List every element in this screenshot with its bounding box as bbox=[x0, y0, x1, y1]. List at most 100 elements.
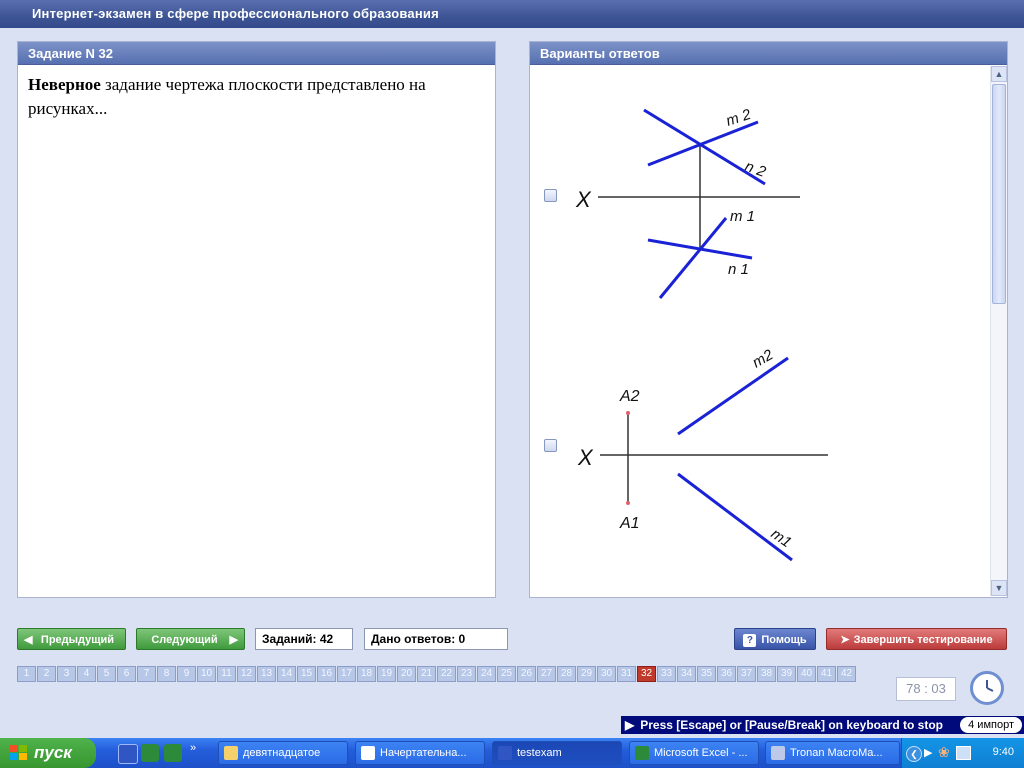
answer-option-1-drawing: X m 2 n 2 m 1 n 1 bbox=[575, 106, 800, 299]
x-axis-label: X bbox=[577, 445, 594, 470]
taskbar-task-label: Начертательна... bbox=[380, 747, 467, 759]
question-number-button[interactable]: 13 bbox=[257, 666, 276, 682]
question-number-button[interactable]: 39 bbox=[777, 666, 796, 682]
tray-media-icon[interactable]: ▶ bbox=[924, 746, 932, 759]
question-number-button[interactable]: 6 bbox=[117, 666, 136, 682]
finish-button[interactable]: ➤ Завершить тестирование bbox=[826, 628, 1007, 650]
scroll-up-button[interactable]: ▲ bbox=[991, 66, 1007, 82]
question-number-button[interactable]: 18 bbox=[357, 666, 376, 682]
taskbar-task[interactable]: Microsoft Excel - ... bbox=[629, 741, 759, 765]
prev-button-label: Предыдущий bbox=[40, 634, 115, 646]
question-number-button[interactable]: 4 bbox=[77, 666, 96, 682]
question-number-button[interactable]: 30 bbox=[597, 666, 616, 682]
question-number-button[interactable]: 5 bbox=[97, 666, 116, 682]
question-bold-word: Неверное bbox=[28, 75, 101, 94]
runner-icon: ➤ bbox=[840, 634, 850, 646]
tasks-count: Заданий: 42 bbox=[255, 628, 353, 650]
next-button[interactable]: Следующий ▶ bbox=[136, 628, 245, 650]
next-arrow-icon: ▶ bbox=[229, 634, 238, 646]
quicklaunch-app-icon[interactable] bbox=[118, 744, 138, 764]
task-panel: Задание N 32 Неверное задание чертежа пл… bbox=[17, 41, 496, 598]
question-number-button[interactable]: 33 bbox=[657, 666, 676, 682]
label-m1: m 1 bbox=[730, 208, 755, 225]
question-number-button[interactable]: 10 bbox=[197, 666, 216, 682]
answers-panel: Варианты ответов X m 2 n 2 m 1 n 1 X A2 … bbox=[529, 41, 1008, 598]
question-number-button[interactable]: 20 bbox=[397, 666, 416, 682]
help-button[interactable]: ? Помощь bbox=[734, 628, 816, 650]
taskbar-task-label: девятнадцатое bbox=[243, 747, 321, 759]
import-badge[interactable]: 4 импорт bbox=[960, 717, 1022, 733]
question-number-button[interactable]: 8 bbox=[157, 666, 176, 682]
tray-network-icon[interactable] bbox=[956, 746, 971, 760]
question-number-button[interactable]: 2 bbox=[37, 666, 56, 682]
app-icon bbox=[498, 746, 512, 760]
tray-expand-icon[interactable]: ❮ bbox=[906, 746, 922, 762]
question-number-button[interactable]: 17 bbox=[337, 666, 356, 682]
question-number-button[interactable]: 12 bbox=[237, 666, 256, 682]
question-number-button[interactable]: 9 bbox=[177, 666, 196, 682]
answers-given: Дано ответов: 0 bbox=[364, 628, 508, 650]
label-a1: A1 bbox=[619, 515, 640, 532]
taskbar-task[interactable]: Tronan MacroMa... bbox=[765, 741, 900, 765]
finish-button-label: Завершить тестирование bbox=[853, 634, 993, 646]
macro-icon bbox=[771, 746, 785, 760]
tray-gear-icon[interactable]: ❀ bbox=[938, 744, 950, 761]
escape-hint-bar: ▶ Press [Escape] or [Pause/Break] on keyb… bbox=[621, 716, 1024, 734]
taskbar-task-label: testexam bbox=[517, 747, 562, 759]
question-number-button[interactable]: 36 bbox=[717, 666, 736, 682]
tray-clock[interactable]: 9:40 bbox=[993, 746, 1014, 758]
escape-hint-text: Press [Escape] or [Pause/Break] on keybo… bbox=[640, 718, 943, 732]
question-number-button[interactable]: 22 bbox=[437, 666, 456, 682]
question-number-button[interactable]: 1 bbox=[17, 666, 36, 682]
question-number-button[interactable]: 40 bbox=[797, 666, 816, 682]
question-number-button[interactable]: 41 bbox=[817, 666, 836, 682]
question-number-button[interactable]: 15 bbox=[297, 666, 316, 682]
question-number-button[interactable]: 29 bbox=[577, 666, 596, 682]
question-number-button[interactable]: 14 bbox=[277, 666, 296, 682]
taskbar-task[interactable]: девятнадцатое bbox=[218, 741, 348, 765]
question-number-button[interactable]: 28 bbox=[557, 666, 576, 682]
point-a1 bbox=[626, 501, 630, 505]
help-button-label: Помощь bbox=[761, 634, 807, 646]
start-button[interactable]: пуск bbox=[0, 738, 96, 768]
question-number-button[interactable]: 23 bbox=[457, 666, 476, 682]
question-number-button[interactable]: 16 bbox=[317, 666, 336, 682]
point-a2 bbox=[626, 411, 630, 415]
question-number-button[interactable]: 3 bbox=[57, 666, 76, 682]
answers-list[interactable]: X m 2 n 2 m 1 n 1 X A2 A1 m2 m1 bbox=[530, 66, 990, 596]
question-number-button[interactable]: 19 bbox=[377, 666, 396, 682]
question-number-button[interactable]: 31 bbox=[617, 666, 636, 682]
label-n1: n 1 bbox=[728, 261, 749, 278]
question-number-button[interactable]: 35 bbox=[697, 666, 716, 682]
taskbar-task-label: Microsoft Excel - ... bbox=[654, 747, 748, 759]
folder-icon bbox=[224, 746, 238, 760]
label-m1: m1 bbox=[768, 525, 795, 551]
answers-panel-header: Варианты ответов bbox=[530, 42, 1007, 65]
question-number-button[interactable]: 7 bbox=[137, 666, 156, 682]
question-number-button[interactable]: 42 bbox=[837, 666, 856, 682]
answer-option-2-checkbox[interactable] bbox=[544, 439, 557, 452]
prev-button[interactable]: ◀ Предыдущий bbox=[17, 628, 126, 650]
question-number-button[interactable]: 26 bbox=[517, 666, 536, 682]
taskbar-task[interactable]: Начертательна... bbox=[355, 741, 485, 765]
question-number-button[interactable]: 21 bbox=[417, 666, 436, 682]
scroll-thumb[interactable] bbox=[992, 84, 1006, 304]
x-axis-label: X bbox=[575, 187, 592, 212]
question-number-button[interactable]: 27 bbox=[537, 666, 556, 682]
quicklaunch-more-icon[interactable]: » bbox=[190, 742, 196, 754]
question-number-button[interactable]: 34 bbox=[677, 666, 696, 682]
taskbar-task[interactable]: testexam bbox=[492, 741, 622, 765]
quicklaunch-excel-icon[interactable] bbox=[141, 744, 159, 762]
question-number-button[interactable]: 11 bbox=[217, 666, 236, 682]
answer-option-2-drawing: X A2 A1 m2 m1 bbox=[577, 346, 828, 562]
windows-logo-icon bbox=[10, 745, 27, 760]
answers-scrollbar[interactable]: ▲ ▼ bbox=[990, 66, 1007, 596]
question-number-button[interactable]: 37 bbox=[737, 666, 756, 682]
question-number-button[interactable]: 38 bbox=[757, 666, 776, 682]
question-number-button[interactable]: 25 bbox=[497, 666, 516, 682]
scroll-down-button[interactable]: ▼ bbox=[991, 580, 1007, 596]
question-number-button[interactable]: 32 bbox=[637, 666, 656, 682]
quicklaunch-excel2-icon[interactable] bbox=[164, 744, 182, 762]
question-number-button[interactable]: 24 bbox=[477, 666, 496, 682]
clock-icon bbox=[970, 671, 1004, 705]
